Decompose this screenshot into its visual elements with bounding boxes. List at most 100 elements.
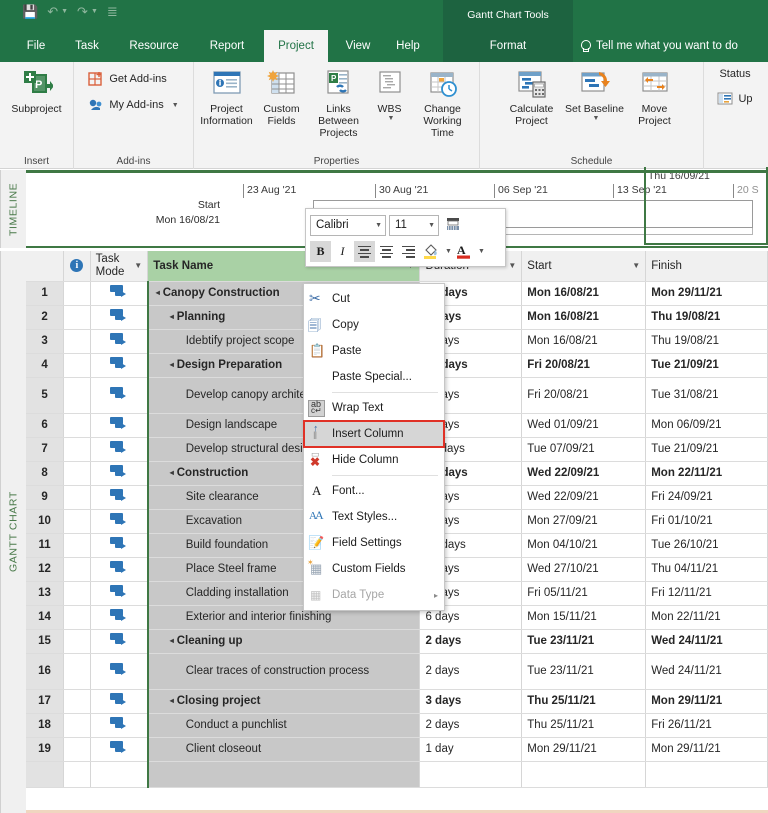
start-cell[interactable]: Mon 04/10/21: [521, 533, 647, 558]
custom-fields-button[interactable]: Custom Fields: [256, 66, 308, 127]
indicator-cell[interactable]: [63, 377, 91, 414]
row-number-cell[interactable]: 3: [26, 329, 65, 354]
task-mode-cell[interactable]: [90, 557, 149, 582]
start-cell[interactable]: Wed 22/09/21: [521, 461, 647, 486]
task-name-cell[interactable]: ◂ Cleaning up: [146, 629, 421, 654]
column-header-task-mode[interactable]: Task Mode ▼: [90, 251, 149, 282]
indicator-cell[interactable]: [63, 689, 91, 714]
start-cell[interactable]: Fri 20/08/21: [521, 377, 647, 414]
task-mode-cell[interactable]: [90, 605, 149, 630]
undo-dropdown-icon[interactable]: ▼: [61, 8, 68, 15]
mini-format-toolbar[interactable]: Calibri ▼ 11 ▼ B I ▼ A ▼: [305, 208, 506, 267]
task-mode-cell[interactable]: [90, 689, 149, 714]
tab-task[interactable]: Task: [62, 30, 112, 62]
tab-format[interactable]: Format: [466, 30, 550, 62]
indicator-cell[interactable]: [63, 605, 91, 630]
row-number-cell[interactable]: 19: [26, 737, 65, 762]
column-header-finish[interactable]: Finish: [645, 251, 768, 282]
start-cell[interactable]: Mon 16/08/21: [521, 281, 647, 306]
row-number-cell[interactable]: 6: [26, 413, 65, 438]
italic-button[interactable]: I: [332, 241, 353, 262]
start-cell[interactable]: Mon 16/08/21: [521, 329, 647, 354]
row-number-cell[interactable]: 14: [26, 605, 65, 630]
redo-icon[interactable]: ↷: [77, 5, 88, 18]
task-mode-cell[interactable]: [90, 713, 149, 738]
wbs-button[interactable]: WBS ▼: [370, 66, 410, 122]
context-menu-item-wrap-text[interactable]: Wrap Text: [304, 395, 444, 421]
collapse-triangle-icon[interactable]: ◂: [170, 312, 174, 321]
get-addins-button[interactable]: Get Add-ins: [84, 66, 170, 92]
duration-cell[interactable]: 2 days: [419, 713, 523, 738]
collapse-triangle-icon[interactable]: ◂: [170, 636, 174, 645]
table-row[interactable]: 15 ◂ Cleaning up 2 days Tue 23/11/21 Wed 24/1…: [26, 629, 768, 654]
finish-cell[interactable]: Mon 22/11/21: [645, 461, 768, 486]
finish-cell[interactable]: Wed 24/11/21: [645, 629, 768, 654]
finish-cell[interactable]: Fri 01/10/21: [645, 509, 768, 534]
update-project-button[interactable]: Up: [717, 86, 756, 112]
context-menu-item-cut[interactable]: Cut: [304, 286, 444, 312]
font-color-dropdown-icon[interactable]: ▼: [478, 248, 485, 255]
move-project-button[interactable]: Move Project: [627, 66, 683, 127]
task-mode-cell[interactable]: [90, 653, 149, 690]
start-cell[interactable]: Fri 20/08/21: [521, 353, 647, 378]
collapse-triangle-icon[interactable]: ◂: [170, 468, 174, 477]
tab-view[interactable]: View: [334, 30, 382, 62]
font-size-dropdown-icon[interactable]: ▼: [428, 222, 435, 229]
tab-help[interactable]: Help: [386, 30, 430, 62]
context-menu-item-text-styles[interactable]: Text Styles...: [304, 504, 444, 530]
tab-file[interactable]: File: [14, 30, 58, 62]
font-color-button[interactable]: A: [453, 241, 474, 262]
duration-filter-icon[interactable]: ▼: [508, 261, 516, 270]
duration-cell[interactable]: 1 day: [419, 737, 523, 762]
task-mode-filter-icon[interactable]: ▼: [134, 261, 142, 270]
start-cell[interactable]: Tue 23/11/21: [521, 629, 647, 654]
task-mode-cell[interactable]: [90, 377, 149, 414]
task-mode-cell[interactable]: [90, 281, 149, 306]
font-name-dropdown-icon[interactable]: ▼: [375, 222, 382, 229]
my-addins-button[interactable]: My Add-ins ▼: [84, 92, 182, 118]
task-mode-cell[interactable]: [90, 533, 149, 558]
start-cell[interactable]: Mon 27/09/21: [521, 509, 647, 534]
task-name-cell[interactable]: ◂ Closing project: [146, 689, 421, 714]
row-number-cell[interactable]: 18: [26, 713, 65, 738]
indicator-cell[interactable]: [63, 557, 91, 582]
links-between-projects-button[interactable]: P Links Between Projects: [308, 66, 370, 139]
finish-cell[interactable]: Thu 04/11/21: [645, 557, 768, 582]
indicator-cell[interactable]: [63, 509, 91, 534]
row-number-cell[interactable]: 2: [26, 305, 65, 330]
indicator-cell[interactable]: [63, 353, 91, 378]
save-icon[interactable]: 💾: [22, 5, 38, 18]
column-header-indicators[interactable]: i: [63, 251, 91, 282]
change-working-time-button[interactable]: Change Working Time: [410, 66, 476, 139]
finish-cell[interactable]: Mon 29/11/21: [645, 737, 768, 762]
start-cell[interactable]: Wed 01/09/21: [521, 413, 647, 438]
finish-cell[interactable]: Tue 21/09/21: [645, 353, 768, 378]
indicator-cell[interactable]: [63, 485, 91, 510]
start-cell[interactable]: Wed 27/10/21: [521, 557, 647, 582]
start-cell[interactable]: Tue 07/09/21: [521, 437, 647, 462]
row-number-cell[interactable]: 17: [26, 689, 65, 714]
table-row[interactable]: 19 Client closeout 1 day Mon 29/11/21 Mon 29…: [26, 737, 768, 762]
undo-icon[interactable]: ↶: [47, 5, 58, 18]
calculate-project-button[interactable]: Calculate Project: [501, 66, 563, 127]
table-row[interactable]: 16 Clear traces of construction process 2 …: [26, 653, 768, 690]
table-row-empty[interactable]: [26, 761, 768, 788]
duration-cell[interactable]: 2 days: [419, 629, 523, 654]
duration-cell[interactable]: 2 days: [419, 653, 523, 690]
redo-dropdown-icon[interactable]: ▼: [91, 8, 98, 15]
tab-report[interactable]: Report: [196, 30, 258, 62]
context-menu-item-paste-special[interactable]: Paste Special...: [304, 364, 444, 390]
finish-cell[interactable]: Tue 21/09/21: [645, 437, 768, 462]
finish-cell[interactable]: Mon 06/09/21: [645, 413, 768, 438]
align-left-button[interactable]: [354, 241, 375, 262]
indicator-cell[interactable]: [63, 413, 91, 438]
align-right-button[interactable]: [398, 241, 419, 262]
start-cell[interactable]: Thu 25/11/21: [521, 713, 647, 738]
wbs-dropdown-icon[interactable]: ▼: [388, 115, 395, 122]
tell-me-box[interactable]: Tell me what you want to do: [580, 30, 738, 62]
task-mode-cell[interactable]: [90, 581, 149, 606]
start-cell[interactable]: Thu 25/11/21: [521, 689, 647, 714]
task-name-cell[interactable]: Clear traces of construction process: [146, 653, 421, 690]
indicator-cell[interactable]: [63, 713, 91, 738]
bold-button[interactable]: B: [310, 241, 331, 262]
